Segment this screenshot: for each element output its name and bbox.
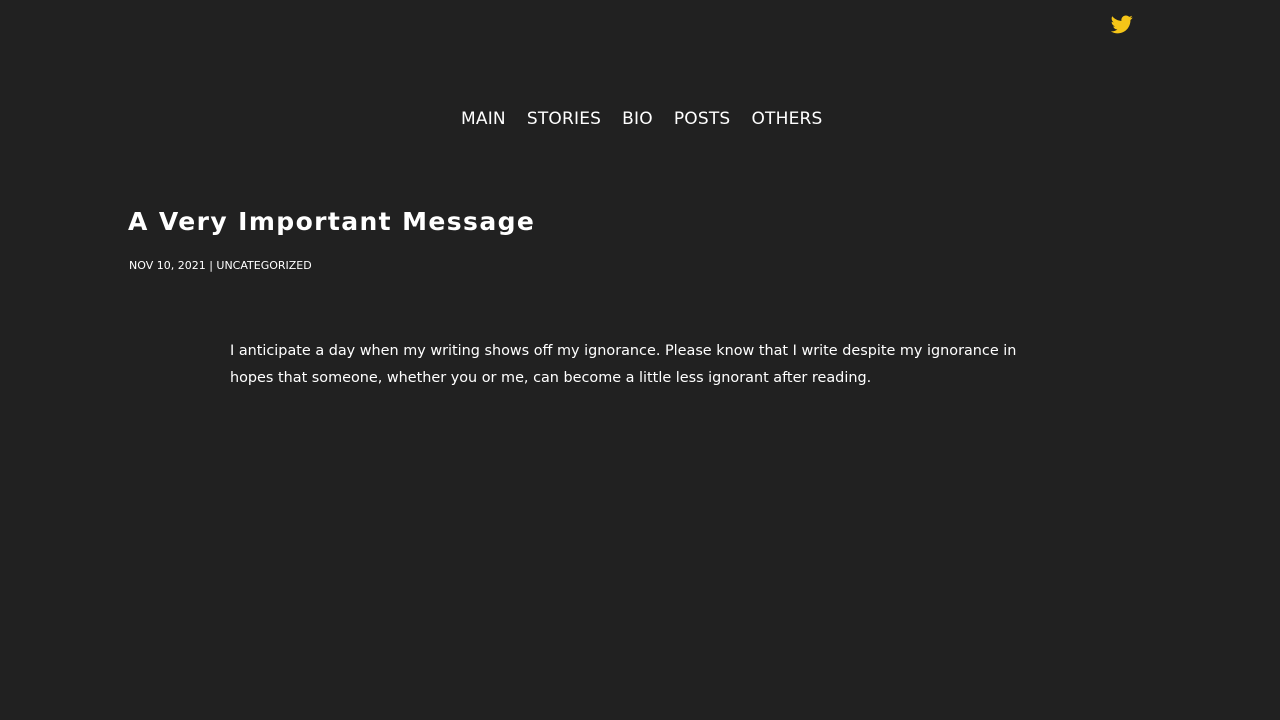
post-category-link[interactable]: UNCATEGORIZED xyxy=(216,259,311,272)
main-nav: MAIN STORIES BIO POSTS OTHERS xyxy=(461,109,823,130)
nav-item-main[interactable]: MAIN xyxy=(461,109,506,130)
nav-item-bio[interactable]: BIO xyxy=(622,109,653,130)
nav-item-stories[interactable]: STORIES xyxy=(527,109,601,130)
nav-item-posts[interactable]: POSTS xyxy=(674,109,731,130)
page: MAIN STORIES BIO POSTS OTHERS A Very Imp… xyxy=(0,0,1280,720)
twitter-link[interactable] xyxy=(1110,12,1134,36)
post-body: I anticipate a day when my writing shows… xyxy=(230,343,1017,386)
meta-separator: | xyxy=(205,259,217,272)
post-title: A Very Important Message xyxy=(128,207,536,236)
twitter-bird-icon xyxy=(1110,15,1133,34)
nav-item-others[interactable]: OTHERS xyxy=(751,109,822,130)
post-meta: NOV 10, 2021 | UNCATEGORIZED xyxy=(129,259,312,273)
post-date: NOV 10, 2021 xyxy=(129,259,206,272)
